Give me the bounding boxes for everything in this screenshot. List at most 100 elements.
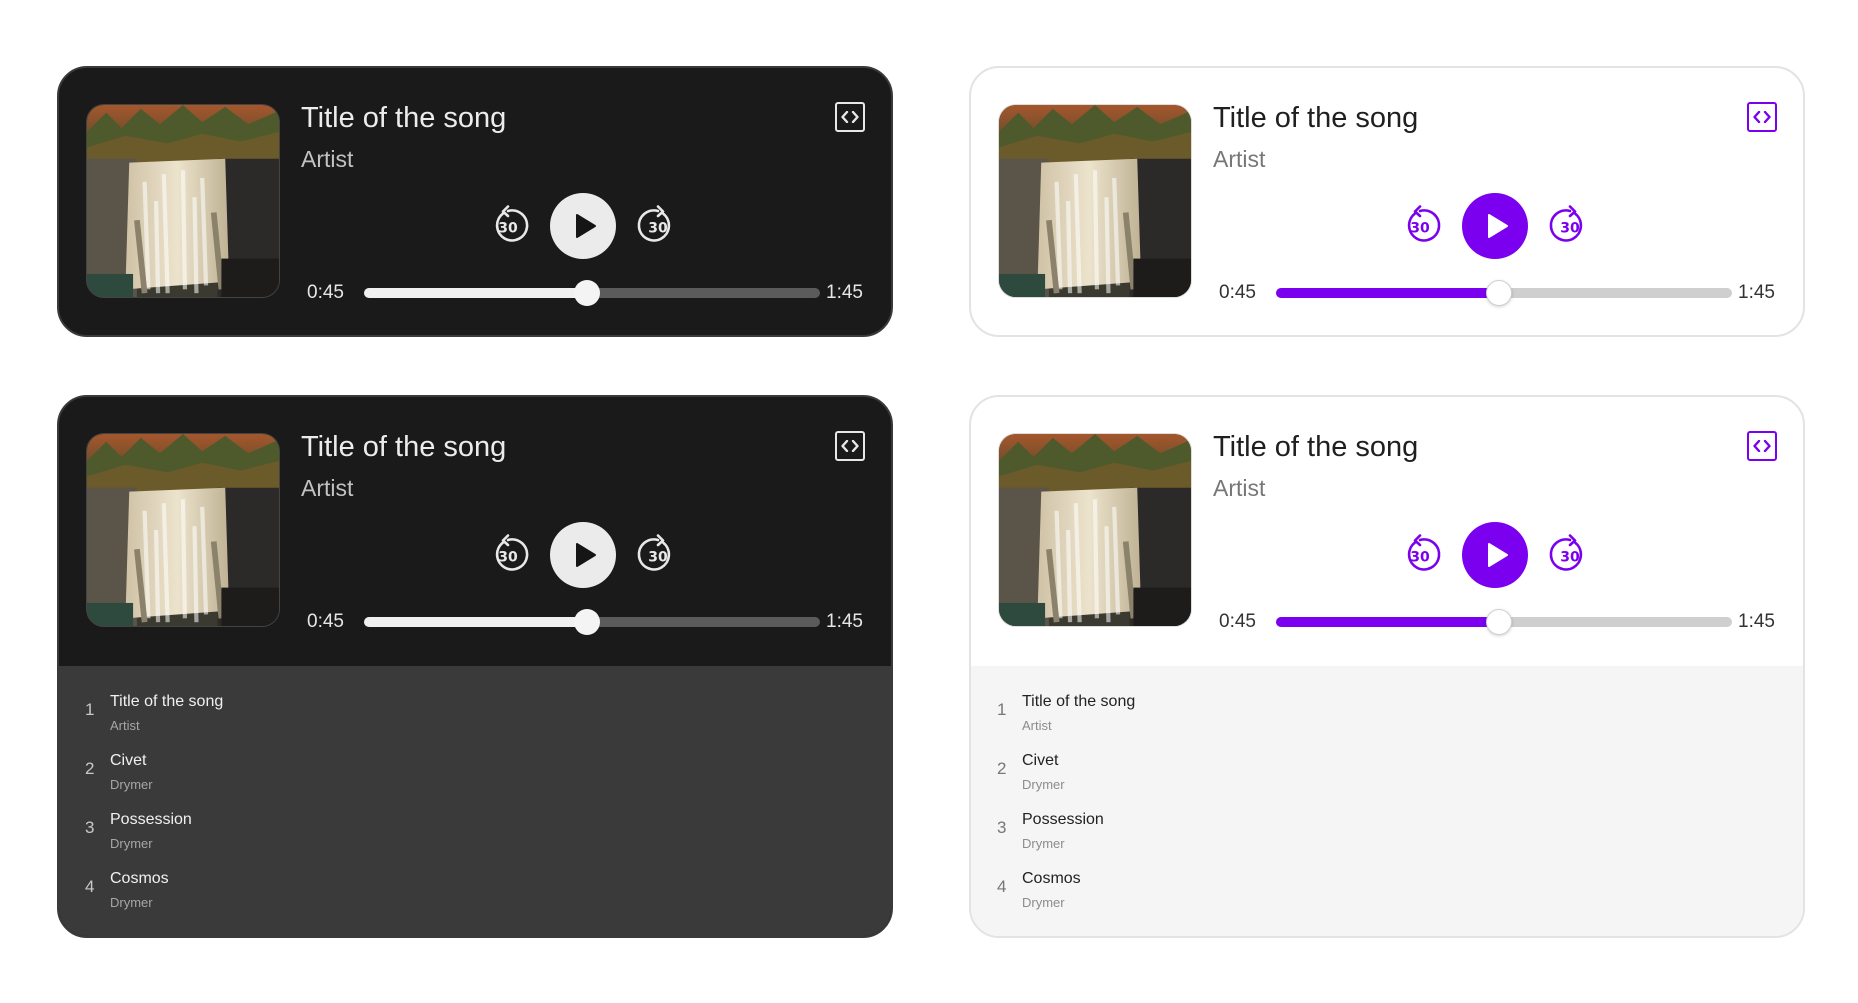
svg-text:30: 30 xyxy=(648,550,668,566)
album-art xyxy=(998,433,1192,627)
progress-thumb[interactable] xyxy=(1486,609,1513,635)
progress-fill xyxy=(364,617,588,627)
svg-text:30: 30 xyxy=(498,550,518,566)
progress-fill xyxy=(364,288,588,298)
progress-slider[interactable] xyxy=(1276,609,1732,635)
svg-text:30: 30 xyxy=(498,221,518,237)
song-title: Title of the song xyxy=(301,431,507,463)
embed-button[interactable] xyxy=(1747,102,1777,132)
progress-slider[interactable] xyxy=(364,609,820,635)
play-icon xyxy=(1488,543,1508,567)
song-artist: Artist xyxy=(1213,475,1266,501)
current-time: 0:45 xyxy=(307,282,344,303)
playback-controls: 30 30 xyxy=(301,193,865,259)
playlist-item-artist: Drymer xyxy=(110,836,153,851)
skip-forward-button[interactable]: 30 xyxy=(1548,533,1592,577)
playlist-item[interactable]: 1 Title of the song Artist xyxy=(971,690,1803,749)
play-button[interactable] xyxy=(1462,522,1528,588)
playlist-item-number: 3 xyxy=(85,818,95,837)
playlist-item-number: 3 xyxy=(997,818,1007,837)
playback-controls: 30 30 xyxy=(1213,193,1777,259)
song-artist: Artist xyxy=(1213,146,1266,172)
embed-code-icon xyxy=(841,111,859,123)
playlist-item-number: 1 xyxy=(997,700,1007,719)
playlist-item[interactable]: 4 Cosmos Drymer xyxy=(59,867,891,926)
player-header: Title of the song Artist 30 30 0:45 1:45 xyxy=(971,397,1803,666)
playlist-item-title: Title of the song xyxy=(110,693,224,710)
play-icon xyxy=(576,543,596,567)
progress-thumb[interactable] xyxy=(574,609,601,635)
skip-forward-button[interactable]: 30 xyxy=(636,533,680,577)
skip-back-button[interactable]: 30 xyxy=(486,204,530,248)
svg-text:30: 30 xyxy=(1560,550,1580,566)
playlist-item[interactable]: 3 Possession Drymer xyxy=(59,808,891,867)
progress-slider[interactable] xyxy=(364,280,820,306)
play-button[interactable] xyxy=(550,522,616,588)
play-icon xyxy=(1488,214,1508,238)
song-title: Title of the song xyxy=(1213,431,1419,463)
player-header: Title of the song Artist 30 30 0:45 1:45 xyxy=(971,68,1803,335)
current-time: 0:45 xyxy=(1219,611,1256,632)
embed-code-icon xyxy=(1753,440,1771,452)
playlist-item-artist: Drymer xyxy=(1022,836,1065,851)
song-artist: Artist xyxy=(301,475,354,501)
playlist-item[interactable]: 1 Title of the song Artist xyxy=(59,690,891,749)
playlist-item-title: Cosmos xyxy=(1022,870,1081,887)
rewind-30-icon: 30 xyxy=(1407,534,1441,571)
embed-button[interactable] xyxy=(835,431,865,461)
current-time: 0:45 xyxy=(1219,282,1256,303)
playlist-item-title: Cosmos xyxy=(110,870,169,887)
playlist-item-number: 2 xyxy=(997,759,1007,778)
playlist-item-number: 4 xyxy=(85,877,95,896)
forward-30-icon: 30 xyxy=(637,205,671,242)
audio-player-light-with-playlist: Title of the song Artist 30 30 0:45 1:45… xyxy=(969,395,1805,938)
play-button[interactable] xyxy=(1462,193,1528,259)
album-art xyxy=(86,104,280,298)
song-artist: Artist xyxy=(301,146,354,172)
total-time: 1:45 xyxy=(826,282,863,303)
playlist-item[interactable]: 2 Civet Drymer xyxy=(971,749,1803,808)
skip-back-button[interactable]: 30 xyxy=(1398,533,1442,577)
skip-back-button[interactable]: 30 xyxy=(486,533,530,577)
playlist-item-artist: Drymer xyxy=(110,895,153,910)
svg-text:30: 30 xyxy=(648,221,668,237)
embed-code-icon xyxy=(841,440,859,452)
svg-text:30: 30 xyxy=(1560,221,1580,237)
playlist-item-artist: Drymer xyxy=(110,777,153,792)
total-time: 1:45 xyxy=(826,611,863,632)
embed-button[interactable] xyxy=(835,102,865,132)
embed-button[interactable] xyxy=(1747,431,1777,461)
rewind-30-icon: 30 xyxy=(495,534,529,571)
player-header: Title of the song Artist 30 30 0:45 1:45 xyxy=(59,68,891,335)
skip-forward-button[interactable]: 30 xyxy=(636,204,680,248)
playlist-item-artist: Drymer xyxy=(1022,777,1065,792)
rewind-30-icon: 30 xyxy=(1407,205,1441,242)
player-header: Title of the song Artist 30 30 0:45 1:45 xyxy=(59,397,891,666)
play-icon xyxy=(576,214,596,238)
playlist-item-title: Possession xyxy=(110,811,192,828)
playlist-item-number: 1 xyxy=(85,700,95,719)
playlist-item-artist: Artist xyxy=(110,718,140,733)
playlist-item[interactable]: 2 Civet Drymer xyxy=(59,749,891,808)
playlist-item-title: Civet xyxy=(1022,752,1059,769)
playlist: 1 Title of the song Artist 2 Civet Dryme… xyxy=(971,666,1803,936)
total-time: 1:45 xyxy=(1738,282,1775,303)
playlist-item-title: Possession xyxy=(1022,811,1104,828)
playlist-item-artist: Artist xyxy=(1022,718,1052,733)
current-time: 0:45 xyxy=(307,611,344,632)
progress-slider[interactable] xyxy=(1276,280,1732,306)
album-art xyxy=(86,433,280,627)
progress-fill xyxy=(1276,288,1500,298)
progress-thumb[interactable] xyxy=(574,280,601,306)
skip-back-button[interactable]: 30 xyxy=(1398,204,1442,248)
playlist: 1 Title of the song Artist 2 Civet Dryme… xyxy=(59,666,891,936)
playlist-item[interactable]: 4 Cosmos Drymer xyxy=(971,867,1803,926)
song-title: Title of the song xyxy=(1213,102,1419,134)
playlist-item[interactable]: 3 Possession Drymer xyxy=(971,808,1803,867)
svg-text:30: 30 xyxy=(1410,550,1430,566)
audio-player-dark: Title of the song Artist 30 30 0:45 1:45 xyxy=(57,66,893,337)
progress-thumb[interactable] xyxy=(1486,280,1513,306)
play-button[interactable] xyxy=(550,193,616,259)
skip-forward-button[interactable]: 30 xyxy=(1548,204,1592,248)
playlist-item-number: 4 xyxy=(997,877,1007,896)
